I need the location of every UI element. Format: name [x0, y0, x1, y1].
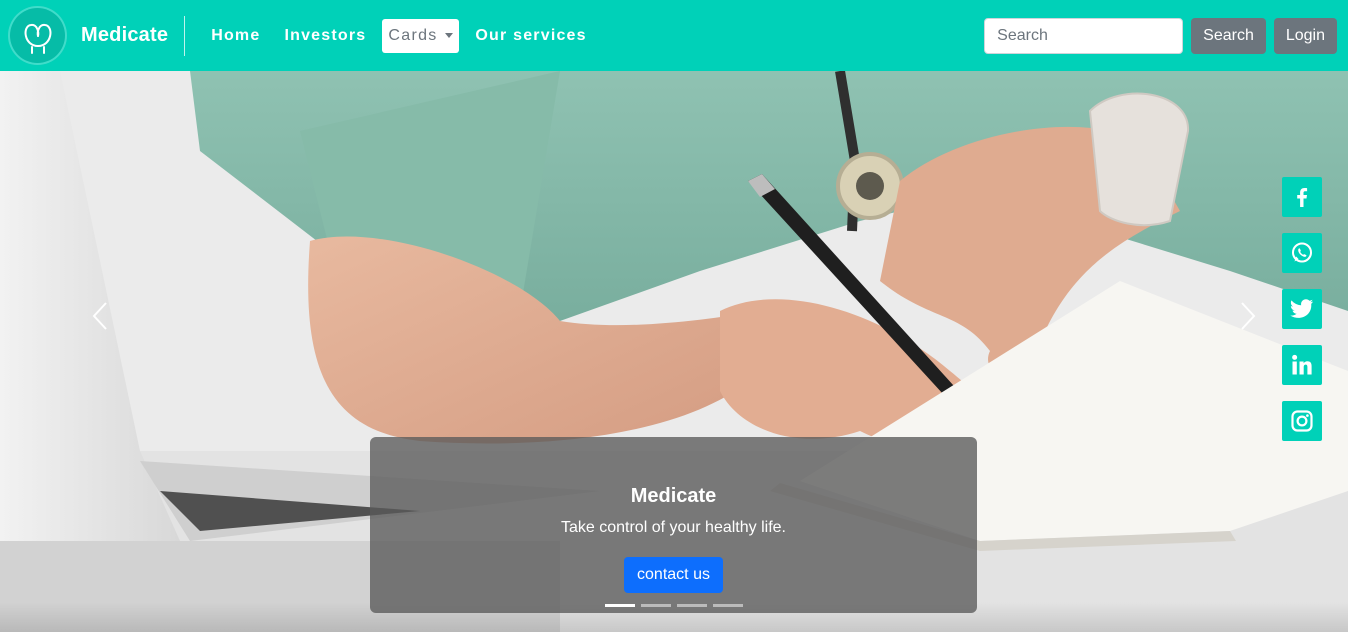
carousel-caption: Medicate Take control of your healthy li…: [370, 437, 977, 613]
linkedin-icon[interactable]: [1282, 345, 1322, 385]
cards-dropdown-label: Cards: [388, 26, 438, 44]
carousel-indicator-4[interactable]: [713, 604, 743, 607]
brand-divider: [184, 15, 186, 56]
caption-title: Medicate: [630, 485, 717, 507]
chevron-right-icon[interactable]: [1233, 301, 1263, 331]
caret-down-icon: [445, 33, 454, 38]
carousel-indicators: [605, 604, 749, 607]
brand-name[interactable]: Medicate: [81, 24, 168, 47]
caption-text: Take control of your healthy life.: [560, 519, 786, 536]
nav-link-investors[interactable]: Investors: [272, 27, 378, 45]
navbar: Medicate Home Investors Cards Our servic…: [0, 0, 1348, 71]
nav-link-home[interactable]: Home: [199, 27, 272, 45]
search-button[interactable]: Search: [1191, 18, 1266, 54]
carousel-indicator-2[interactable]: [641, 604, 671, 607]
chevron-left-icon[interactable]: [85, 301, 115, 331]
nav-links: Home Investors Cards Our services: [199, 18, 599, 53]
brand[interactable]: Medicate: [0, 0, 186, 71]
instagram-icon[interactable]: [1282, 401, 1322, 441]
hero-carousel: Medicate Take control of your healthy li…: [0, 71, 1348, 632]
nav-link-our-services[interactable]: Our services: [463, 27, 598, 45]
carousel-indicator-3[interactable]: [677, 604, 707, 607]
login-button[interactable]: Login: [1273, 18, 1337, 54]
stethoscope-heart-logo-icon[interactable]: [10, 8, 65, 63]
twitter-icon[interactable]: [1282, 289, 1322, 329]
contact-us-button[interactable]: contact us: [624, 557, 723, 593]
whatsapp-icon[interactable]: [1282, 233, 1322, 273]
nav-right: Search Login: [984, 18, 1337, 54]
social-sidebar: [1282, 177, 1322, 457]
carousel-indicator-1[interactable]: [605, 604, 635, 607]
cards-dropdown[interactable]: Cards: [382, 18, 460, 53]
facebook-icon[interactable]: [1282, 177, 1322, 217]
search-input[interactable]: [984, 18, 1184, 54]
